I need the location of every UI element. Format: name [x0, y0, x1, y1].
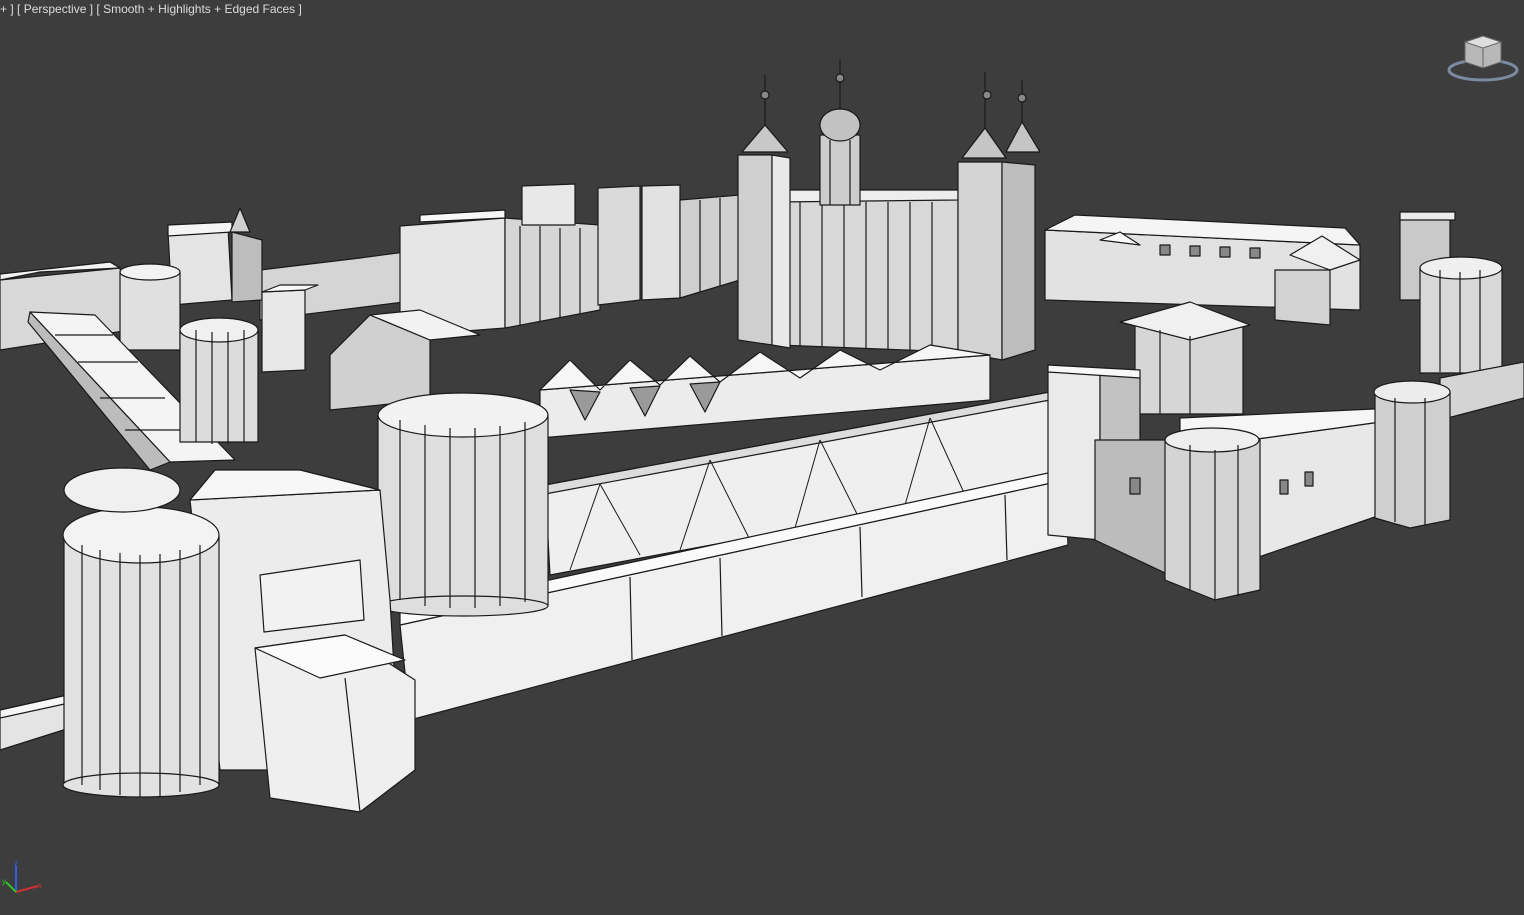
north-tower-2	[641, 184, 681, 301]
viewport-perspective[interactable]: + ] [ Perspective ] [ Smooth + Highlight…	[0, 0, 1524, 915]
gate-tower-square	[1047, 371, 1101, 541]
axis-x-label: x	[38, 881, 42, 890]
axis-tripod-icon: z x y	[2, 859, 42, 893]
north-tower-1	[597, 185, 641, 306]
axis-z-label: z	[14, 859, 18, 868]
north-block-top	[521, 183, 576, 226]
keep-turret-right	[957, 161, 1003, 361]
white-tower-front	[777, 189, 959, 353]
middle-round-tower	[377, 414, 549, 606]
chimney-block	[261, 289, 306, 373]
keep-turret-dome	[819, 134, 861, 206]
left-round-tower-back	[119, 271, 181, 351]
southwest-round-tower-back	[63, 467, 181, 513]
left-round-tower-mid	[179, 329, 259, 443]
east-round-tower	[1419, 267, 1503, 374]
axis-y-label: y	[2, 877, 6, 886]
viewcube-icon[interactable]	[1447, 32, 1519, 84]
southwest-round-tower	[63, 534, 220, 786]
gate-octagon-tower-left	[1164, 439, 1261, 601]
keep-turret-left	[737, 154, 773, 346]
gate-octagon-tower-right	[1374, 391, 1451, 529]
castle-model[interactable]	[0, 0, 1524, 915]
